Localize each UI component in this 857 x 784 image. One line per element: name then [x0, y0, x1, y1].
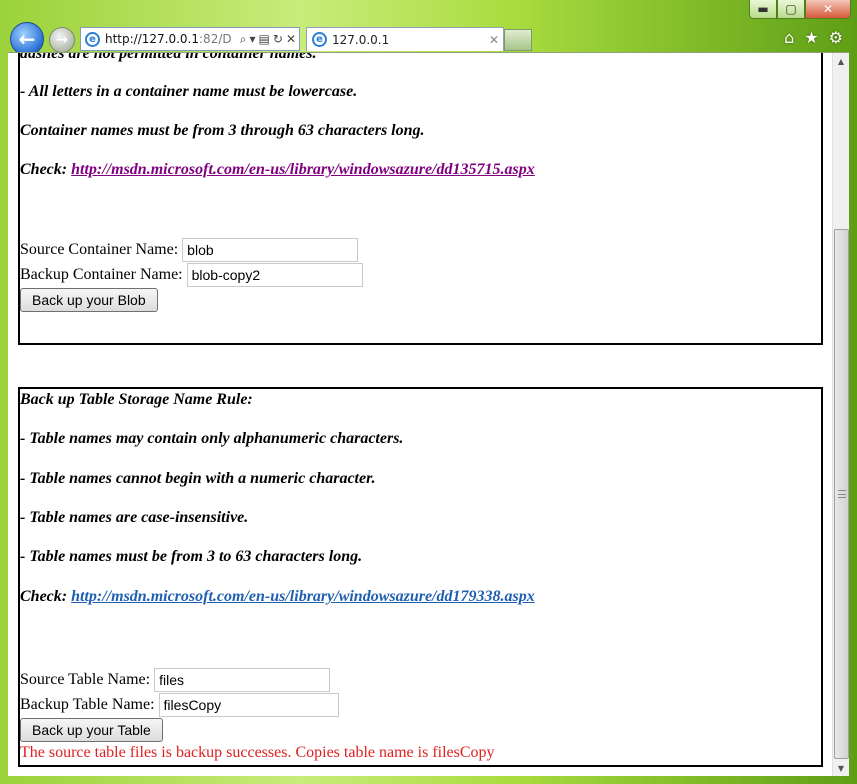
page-viewport: dashes are not permitted in container na…: [8, 52, 849, 776]
arrow-right-icon: →: [56, 32, 68, 48]
table-rule-3: - Table names are case-insensitive.: [20, 509, 249, 526]
browser-window: ▬ ▢ ✕ ← → e http://127.0.0.1:82/D ⌕ ▾ ▤ …: [0, 0, 857, 784]
source-table-label: Source Table Name:: [20, 671, 151, 688]
blob-docs-link[interactable]: http://msdn.microsoft.com/en-us/library/…: [71, 161, 535, 178]
source-container-row: Source Container Name:: [20, 238, 359, 262]
forward-button[interactable]: →: [49, 27, 75, 53]
address-bar[interactable]: e http://127.0.0.1:82/D ⌕ ▾ ▤ ↻ ✕: [80, 27, 300, 51]
blob-rule-2: - All letters in a container name must b…: [20, 83, 358, 100]
address-host: http://127.0.0.1: [105, 32, 200, 46]
backup-status-message: The source table files is backup success…: [20, 744, 495, 761]
maximize-button[interactable]: ▢: [777, 0, 805, 19]
vertical-scrollbar[interactable]: ▲ ▼: [832, 53, 849, 776]
browser-tab[interactable]: e 127.0.0.1 ✕: [306, 27, 504, 51]
blob-rule-1: dashes are not permitted in container na…: [20, 52, 317, 62]
settings-gear-icon[interactable]: ⚙: [829, 28, 843, 47]
dropdown-arrow-icon[interactable]: ▾: [250, 32, 256, 47]
scroll-down-icon[interactable]: ▼: [833, 760, 849, 776]
backup-table-row: Backup Table Name:: [20, 693, 339, 717]
table-check-line: Check: http://msdn.microsoft.com/en-us/l…: [20, 588, 535, 606]
source-table-row: Source Table Name:: [20, 668, 331, 692]
table-rule-2: - Table names cannot begin with a numeri…: [20, 470, 376, 487]
table-rule-heading: Back up Table Storage Name Rule:: [20, 391, 253, 408]
backup-table-input[interactable]: [158, 693, 339, 717]
compatibility-view-icon[interactable]: ▤: [259, 32, 270, 47]
table-check-label: Check:: [20, 588, 68, 605]
table-rule-4: - Table names must be from 3 to 63 chara…: [20, 548, 363, 565]
address-path: :82/D: [199, 32, 232, 46]
search-icon[interactable]: ⌕: [240, 32, 247, 47]
grip-icon: [838, 490, 846, 498]
scrollbar-thumb[interactable]: [834, 229, 849, 759]
tab-close-icon[interactable]: ✕: [489, 33, 503, 47]
new-tab-button[interactable]: [504, 29, 532, 51]
address-bar-icons: ⌕ ▾ ▤ ↻ ✕: [240, 32, 299, 47]
blob-backup-panel: dashes are not permitted in container na…: [18, 52, 823, 345]
back-button[interactable]: ←: [10, 22, 44, 56]
source-container-input[interactable]: [182, 238, 359, 262]
backup-container-input[interactable]: [186, 263, 363, 287]
scroll-up-icon[interactable]: ▲: [833, 53, 849, 69]
tab-title: 127.0.0.1: [332, 32, 390, 47]
source-table-input[interactable]: [154, 668, 331, 692]
blob-rule-3: Container names must be from 3 through 6…: [20, 122, 425, 139]
backup-table-button[interactable]: Back up your Table: [20, 718, 163, 742]
source-container-label: Source Container Name:: [20, 241, 179, 258]
arrow-left-icon: ←: [18, 27, 36, 51]
table-rule-1: - Table names may contain only alphanume…: [20, 430, 404, 447]
minimize-button[interactable]: ▬: [749, 0, 777, 19]
ie-logo-icon: e: [85, 31, 100, 47]
window-caption-buttons: ▬ ▢ ✕: [749, 0, 851, 20]
backup-container-row: Backup Container Name:: [20, 263, 363, 287]
browser-toolbar: ⌂ ★ ⚙: [784, 28, 843, 47]
home-icon[interactable]: ⌂: [784, 28, 794, 47]
backup-container-label: Backup Container Name:: [20, 266, 183, 283]
blob-check-line: Check: http://msdn.microsoft.com/en-us/l…: [20, 161, 535, 179]
blob-check-label: Check:: [20, 161, 68, 178]
backup-blob-button[interactable]: Back up your Blob: [20, 288, 158, 312]
stop-icon[interactable]: ✕: [286, 32, 296, 47]
backup-table-label: Backup Table Name:: [20, 696, 155, 713]
close-window-button[interactable]: ✕: [805, 0, 851, 19]
refresh-icon[interactable]: ↻: [273, 32, 283, 47]
favorites-star-icon[interactable]: ★: [804, 28, 818, 47]
address-text[interactable]: http://127.0.0.1:82/D: [105, 32, 240, 46]
table-docs-link[interactable]: http://msdn.microsoft.com/en-us/library/…: [71, 588, 535, 605]
table-backup-panel: Back up Table Storage Name Rule: - Table…: [18, 387, 823, 767]
tab-favicon-icon: e: [312, 32, 327, 47]
